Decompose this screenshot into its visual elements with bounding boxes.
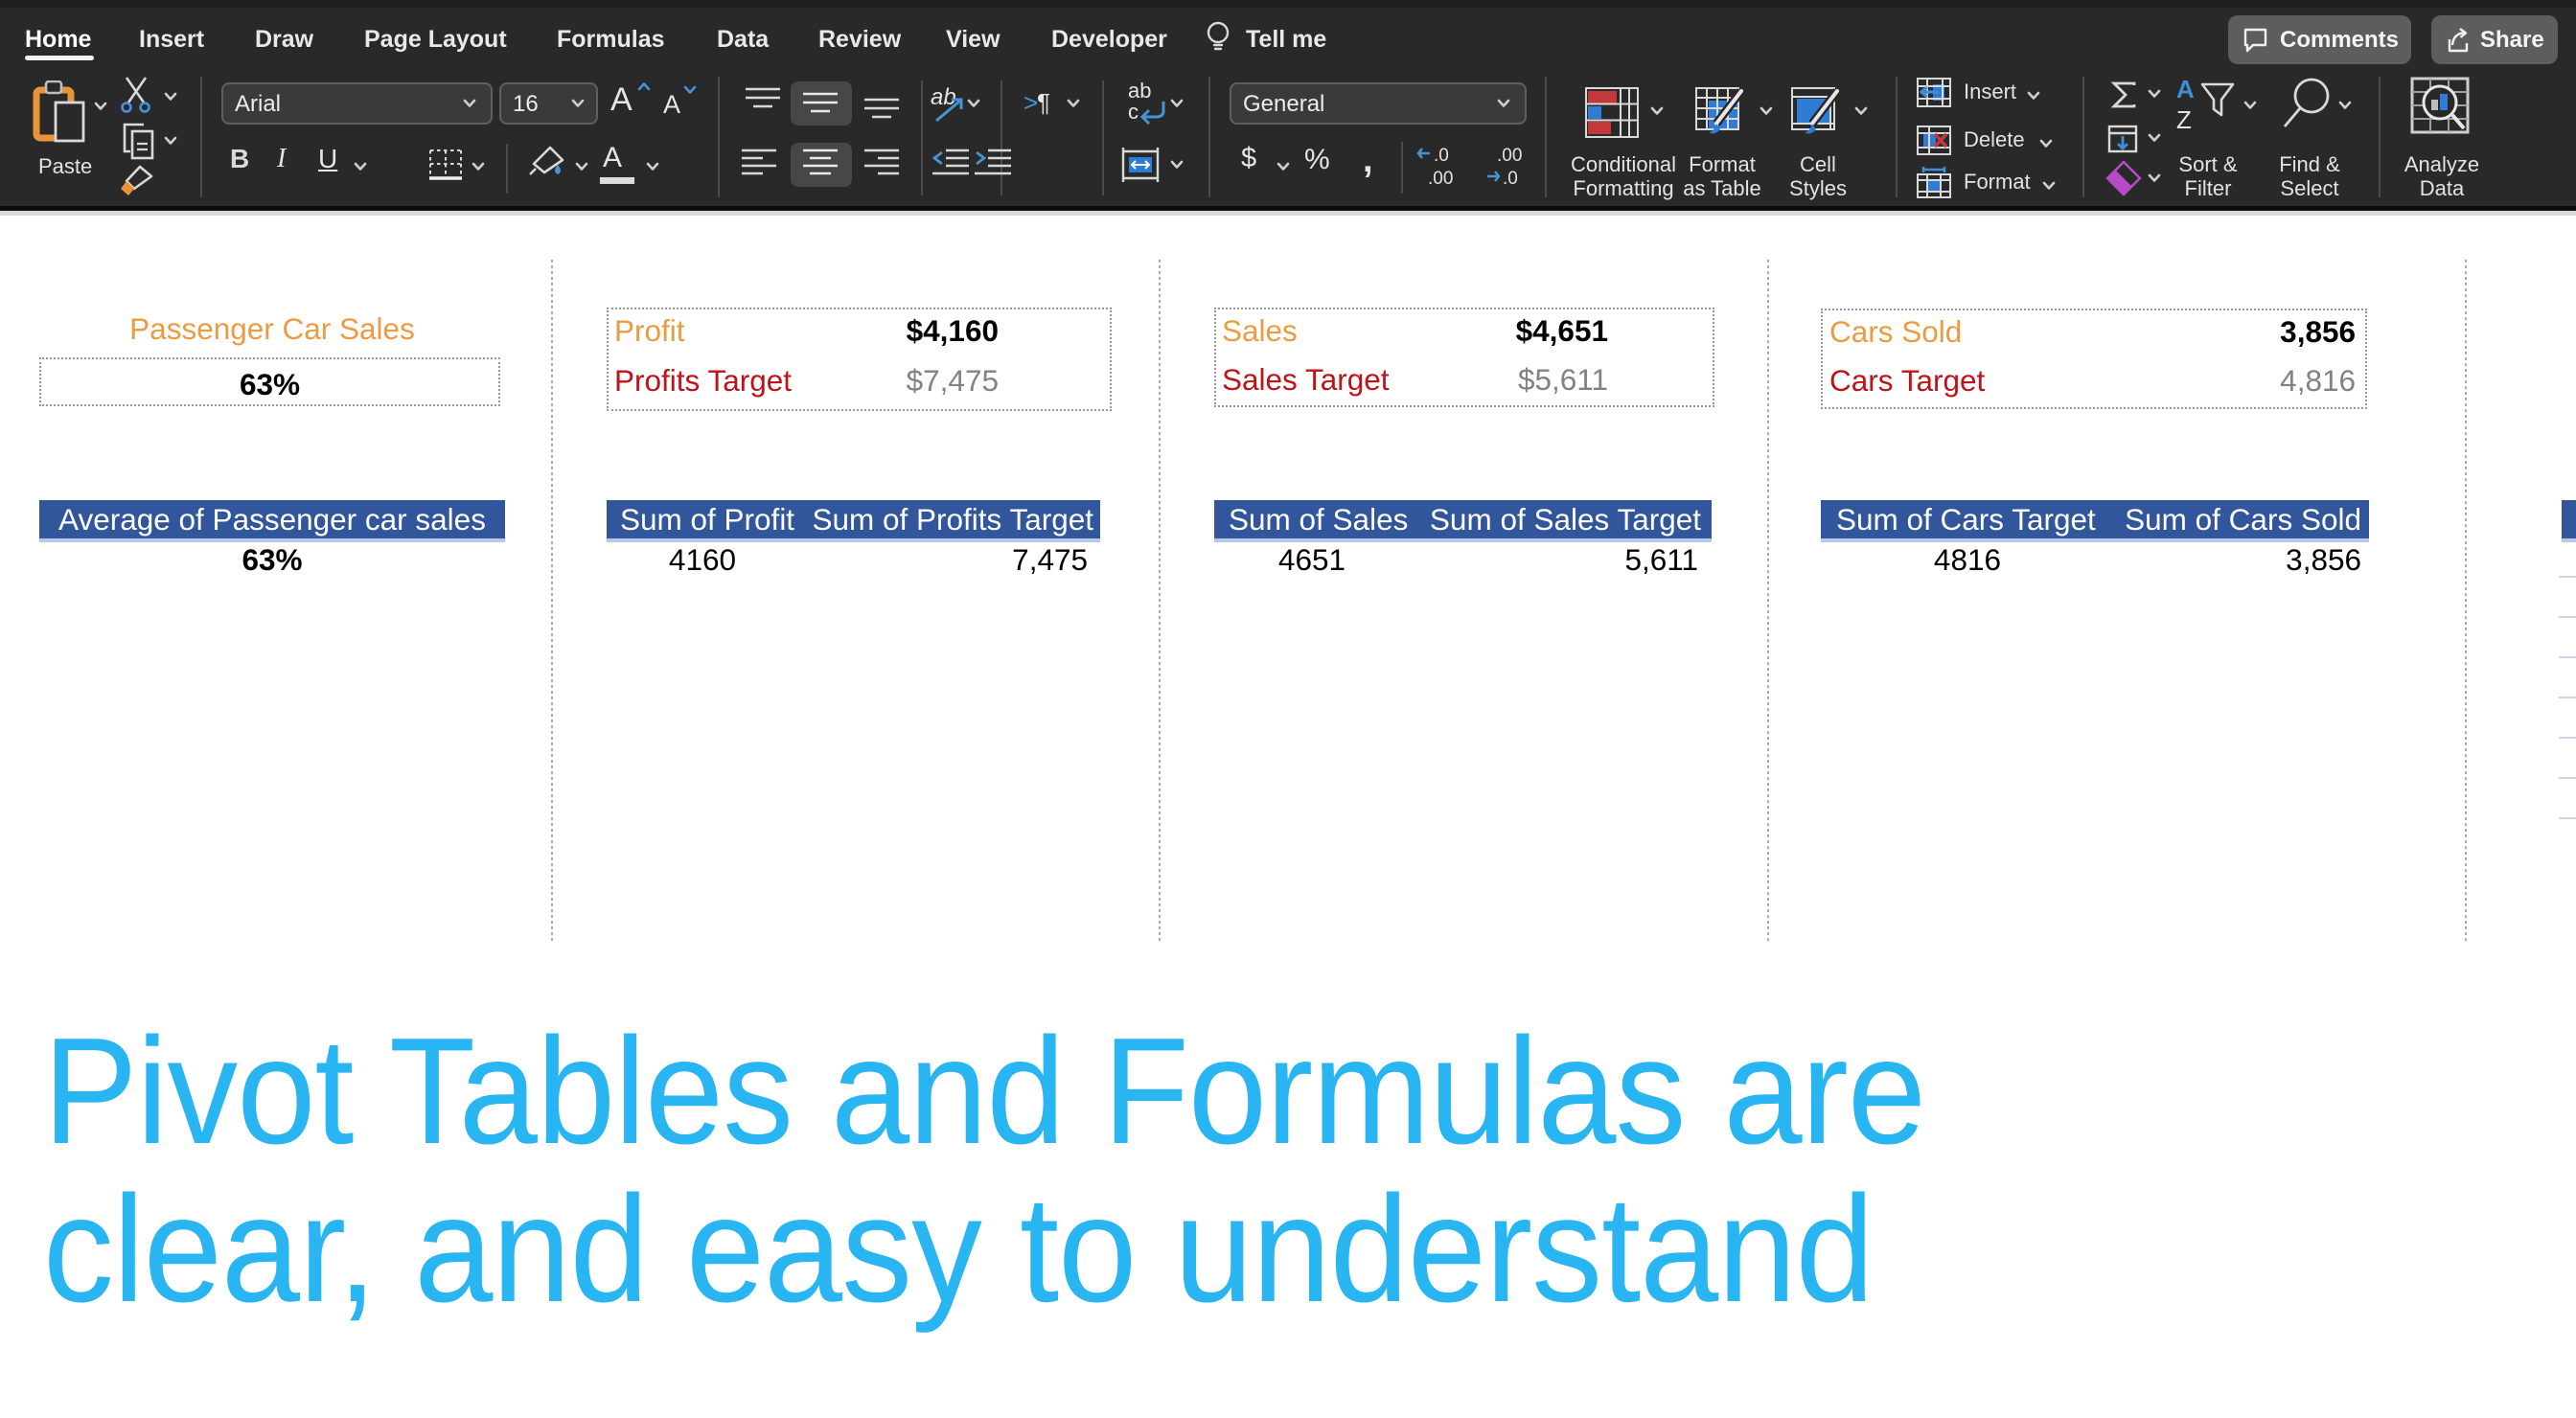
- svg-text:.0: .0: [1434, 146, 1449, 166]
- svg-text:.00: .00: [1497, 146, 1522, 166]
- svg-text:.00: .00: [1428, 169, 1453, 189]
- svg-text:.0: .0: [1503, 169, 1518, 189]
